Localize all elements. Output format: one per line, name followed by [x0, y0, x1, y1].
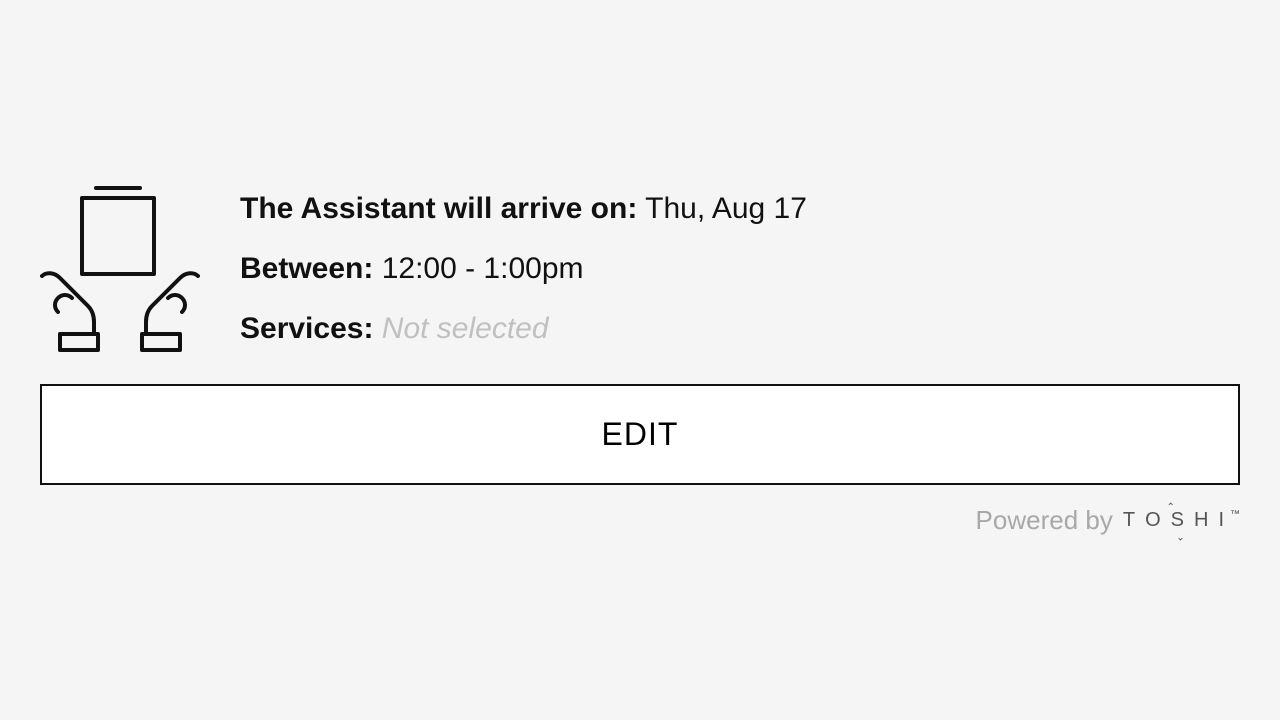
summary-details: The Assistant will arrive on: Thu, Aug 1… — [240, 188, 807, 350]
summary-row: The Assistant will arrive on: Thu, Aug 1… — [40, 184, 1240, 354]
between-label: Between: — [240, 252, 373, 285]
arrive-label: The Assistant will arrive on: — [240, 192, 637, 225]
services-label: Services: — [240, 312, 373, 345]
hands-box-icon — [40, 184, 200, 354]
brand-logo: TO⌃S⌃HI™ — [1123, 509, 1240, 532]
edit-button[interactable]: EDIT — [40, 384, 1240, 485]
powered-by-label: Powered by — [976, 505, 1113, 536]
services-value: Not selected — [382, 312, 549, 345]
between-line: Between: 12:00 - 1:00pm — [240, 248, 807, 290]
arrive-value: Thu, Aug 17 — [645, 192, 807, 225]
services-line: Services: Not selected — [240, 308, 807, 350]
arrive-line: The Assistant will arrive on: Thu, Aug 1… — [240, 188, 807, 230]
delivery-summary-card: The Assistant will arrive on: Thu, Aug 1… — [40, 184, 1240, 536]
between-value: 12:00 - 1:00pm — [382, 252, 584, 285]
footer: Powered by TO⌃S⌃HI™ — [40, 505, 1240, 536]
